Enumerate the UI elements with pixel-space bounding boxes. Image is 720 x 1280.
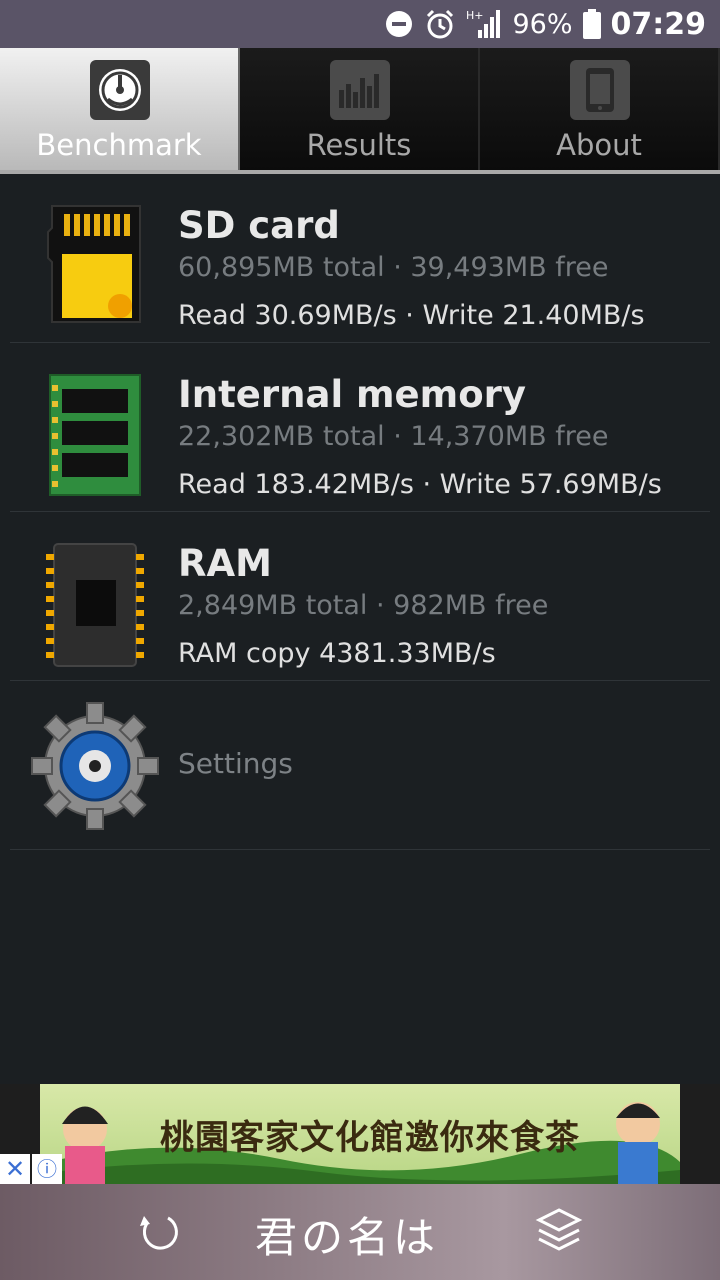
ad-info-icon[interactable]: ⓘ	[32, 1154, 62, 1184]
alarm-icon	[424, 8, 456, 40]
replay-icon[interactable]	[138, 1210, 182, 1258]
settings-label: Settings	[178, 747, 293, 780]
storage-list: SD card 60,895MB total · 39,493MB free R…	[10, 174, 710, 850]
speedometer-icon	[90, 60, 150, 120]
ad-banner[interactable]: 桃園客家文化館邀你來食茶	[40, 1084, 680, 1184]
tab-about-label: About	[556, 128, 642, 162]
list-item-ram[interactable]: RAM 2,849MB total · 982MB free RAM copy …	[10, 512, 710, 681]
battery-icon	[582, 9, 601, 39]
bar-chart-icon	[330, 60, 390, 120]
memory-chip-icon	[40, 371, 150, 501]
bottom-ad-bar[interactable]: 君の名は	[0, 1184, 720, 1280]
ad-close-icon[interactable]: ✕	[0, 1154, 30, 1184]
clock: 07:29	[610, 6, 707, 42]
ad-headline: 桃園客家文化館邀你來食茶	[160, 1118, 580, 1158]
phone-icon	[570, 60, 630, 120]
battery-percent: 96%	[512, 8, 573, 40]
item-speed: Read 183.42MB/s · Write 57.69MB/s	[178, 469, 662, 500]
item-title: SD card	[178, 204, 340, 247]
item-speed: Read 30.69MB/s · Write 21.40MB/s	[178, 300, 645, 331]
signal-icon: H+	[466, 8, 502, 40]
list-item-settings[interactable]: Settings	[10, 681, 710, 850]
gear-icon	[30, 701, 160, 831]
tab-results-label: Results	[306, 128, 412, 162]
ad-area: 桃園客家文化館邀你來食茶 ✕ ⓘ	[0, 1084, 720, 1184]
list-item-internal-memory[interactable]: Internal memory 22,302MB total · 14,370M…	[10, 343, 710, 512]
layers-icon[interactable]	[535, 1206, 583, 1258]
network-type-label: H+	[466, 9, 484, 22]
do-not-disturb-icon	[384, 9, 414, 39]
item-capacity: 60,895MB total · 39,493MB free	[178, 252, 609, 283]
item-capacity: 2,849MB total · 982MB free	[178, 590, 549, 621]
status-bar: H+ 96% 07:29	[0, 0, 720, 48]
status-icons: H+ 96% 07:29	[384, 0, 706, 48]
tab-benchmark[interactable]: Benchmark	[0, 48, 240, 170]
ad-video-title: 君の名は	[255, 1213, 440, 1262]
tab-results[interactable]: Results	[240, 48, 480, 170]
list-item-sd-card[interactable]: SD card 60,895MB total · 39,493MB free R…	[10, 174, 710, 343]
sd-card-icon	[40, 202, 150, 332]
item-title: Internal memory	[178, 373, 526, 416]
item-speed: RAM copy 4381.33MB/s	[178, 638, 496, 669]
tab-bar: Benchmark Results About	[0, 48, 720, 174]
ram-chip-icon	[40, 540, 150, 670]
item-capacity: 22,302MB total · 14,370MB free	[178, 421, 609, 452]
tab-benchmark-label: Benchmark	[36, 128, 202, 162]
item-title: RAM	[178, 542, 272, 585]
tab-about[interactable]: About	[480, 48, 720, 170]
